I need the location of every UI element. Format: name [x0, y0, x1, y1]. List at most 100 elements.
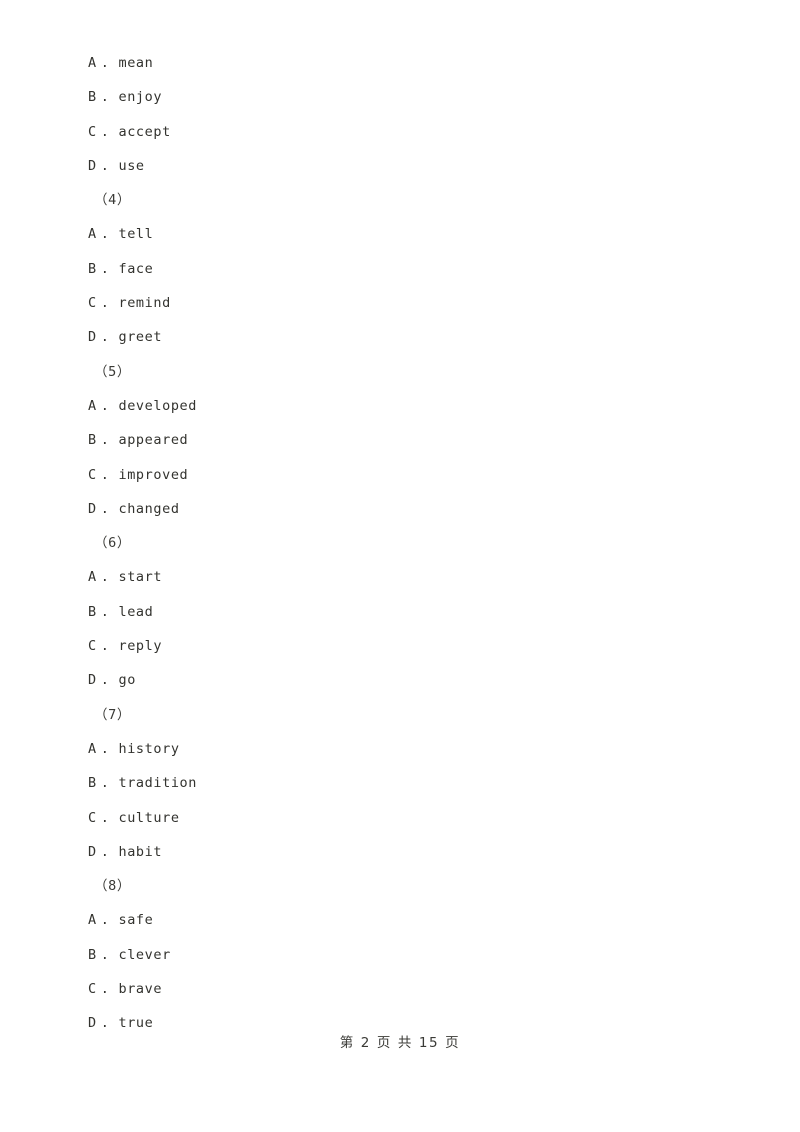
option-text: remind [118, 295, 171, 312]
option-separator: . [100, 329, 110, 346]
answer-option: C. remind [88, 286, 708, 320]
answer-option: A. start [88, 560, 708, 594]
answer-option: D. use [88, 149, 708, 183]
answer-option: A. mean [88, 46, 708, 80]
option-text: start [118, 569, 163, 586]
option-text: reply [118, 638, 163, 655]
answer-option: B. lead [88, 595, 708, 629]
option-separator: . [100, 466, 110, 483]
question-number: （5） [94, 363, 131, 380]
option-text: changed [118, 500, 180, 517]
option-text: developed [118, 397, 198, 414]
option-letter: C [88, 466, 97, 483]
option-text: use [118, 157, 145, 174]
option-letter: B [88, 89, 97, 106]
option-separator: . [100, 123, 110, 140]
option-letter: C [88, 809, 97, 826]
answer-option: A. developed [88, 389, 708, 423]
page-footer: 第 2 页 共 15 页 [339, 1035, 461, 1051]
option-separator: . [100, 912, 110, 929]
option-text: appeared [118, 432, 189, 449]
option-text: culture [118, 809, 180, 826]
option-letter: B [88, 775, 97, 792]
option-separator: . [100, 157, 110, 174]
option-separator: . [100, 226, 110, 243]
option-letter: A [88, 226, 97, 243]
option-letter: B [88, 946, 97, 963]
option-letter: C [88, 638, 97, 655]
answer-option: A. tell [88, 217, 708, 251]
answer-option: B. face [88, 252, 708, 286]
option-letter: C [88, 295, 97, 312]
option-text: tradition [118, 775, 198, 792]
question-number: （7） [94, 706, 131, 723]
option-separator: . [100, 843, 110, 860]
option-separator: . [100, 89, 110, 106]
answer-option: D. changed [88, 492, 708, 526]
option-separator: . [100, 397, 110, 414]
answer-option: C. improved [88, 458, 708, 492]
option-letter: D [88, 500, 97, 517]
option-letter: C [88, 123, 97, 140]
option-text: history [118, 740, 180, 757]
document-page: A. mean B. enjoy C. accept D. use （4） A. tell B. fac… [0, 0, 800, 1132]
option-letter: B [88, 260, 97, 277]
answer-option: A. history [88, 732, 708, 766]
option-separator: . [100, 569, 110, 586]
option-separator: . [100, 295, 110, 312]
option-text: clever [118, 946, 171, 963]
option-text: lead [118, 603, 154, 620]
question-number: （4） [94, 192, 131, 209]
option-text: enjoy [118, 89, 163, 106]
answer-option: C. accept [88, 115, 708, 149]
option-letter: B [88, 603, 97, 620]
option-letter: D [88, 157, 97, 174]
question-options-list: A. mean B. enjoy C. accept D. use （4） A. tell B. fac… [88, 46, 708, 1041]
option-separator: . [100, 55, 110, 71]
answer-option: A. safe [88, 903, 708, 937]
option-separator: . [100, 809, 110, 826]
option-letter: A [88, 397, 97, 414]
option-text: greet [118, 329, 163, 346]
option-text: tell [118, 226, 154, 243]
option-letter: D [88, 843, 97, 860]
option-letter: A [88, 55, 97, 71]
option-letter: D [88, 672, 97, 689]
question-number: （8） [94, 878, 131, 895]
answer-option: B. enjoy [88, 80, 708, 114]
answer-option: C. culture [88, 801, 708, 835]
option-letter: C [88, 981, 97, 998]
option-separator: . [100, 500, 110, 517]
answer-option: C. brave [88, 972, 708, 1006]
option-separator: . [100, 946, 110, 963]
option-separator: . [100, 638, 110, 655]
answer-option: D. go [88, 663, 708, 697]
option-letter: A [88, 912, 97, 929]
answer-option: C. reply [88, 629, 708, 663]
option-separator: . [100, 981, 110, 998]
option-separator: . [100, 740, 110, 757]
answer-option: B. appeared [88, 423, 708, 457]
option-separator: . [100, 603, 110, 620]
option-text: mean [118, 55, 154, 71]
option-text: go [118, 672, 136, 689]
option-text: habit [118, 843, 163, 860]
option-letter: B [88, 432, 97, 449]
answer-option: B. tradition [88, 766, 708, 800]
option-text: brave [118, 981, 163, 998]
option-text: accept [118, 123, 171, 140]
option-letter: A [88, 740, 97, 757]
option-separator: . [100, 775, 110, 792]
option-letter: D [88, 329, 97, 346]
answer-option: B. clever [88, 938, 708, 972]
answer-option: D. greet [88, 320, 708, 354]
option-separator: . [100, 260, 110, 277]
option-letter: A [88, 569, 97, 586]
question-number: （6） [94, 535, 131, 552]
option-text: safe [118, 912, 154, 929]
option-text: face [118, 260, 154, 277]
option-text: improved [118, 466, 189, 483]
answer-option: D. habit [88, 835, 708, 869]
option-separator: . [100, 432, 110, 449]
option-separator: . [100, 672, 110, 689]
